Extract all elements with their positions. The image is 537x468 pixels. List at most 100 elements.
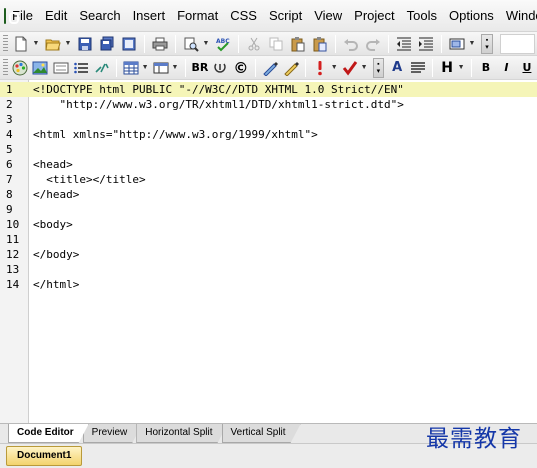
code-editor[interactable]: 1 <!DOCTYPE html PUBLIC "-//W3C//DTD XHTM… <box>0 80 537 423</box>
preview-icon[interactable] <box>181 34 201 54</box>
paste-special-icon[interactable] <box>310 34 330 54</box>
validate-dropdown-arrow[interactable]: ▼ <box>360 58 368 78</box>
code-line[interactable]: 5 <box>0 142 537 157</box>
code-line[interactable]: 6 <head> <box>0 157 537 172</box>
line-number: 8 <box>6 188 13 201</box>
code-text[interactable]: "http://www.w3.org/TR/xhtml1/DTD/xhtml1-… <box>33 97 403 112</box>
menu-edit[interactable]: Edit <box>39 0 73 31</box>
code-line[interactable]: 7 <title></title> <box>0 172 537 187</box>
outdent-icon[interactable] <box>394 34 414 54</box>
list-icon[interactable] <box>72 58 90 78</box>
undo-icon[interactable] <box>341 34 361 54</box>
line-number: 14 <box>6 278 20 291</box>
toolbar-separator <box>238 34 239 53</box>
nbsp-icon[interactable] <box>211 58 229 78</box>
toolbar-grip[interactable] <box>3 58 8 77</box>
print-icon[interactable] <box>150 34 170 54</box>
cut-icon[interactable] <box>244 34 264 54</box>
redo-icon[interactable] <box>363 34 383 54</box>
tab-code-editor[interactable]: Code Editor <box>8 424 89 443</box>
paste-icon[interactable] <box>288 34 308 54</box>
tab-preview[interactable]: Preview <box>83 424 143 443</box>
line-break-button[interactable]: BR <box>191 58 209 78</box>
frame-icon[interactable] <box>152 58 170 78</box>
toolbar-separator <box>470 58 472 77</box>
new-document-icon[interactable] <box>11 34 31 54</box>
color-palette-icon[interactable] <box>11 58 29 78</box>
toolbar-separator <box>431 58 433 77</box>
code-line[interactable]: 13 <box>0 262 537 277</box>
code-text[interactable]: </html> <box>33 277 79 292</box>
line-number: 1 <box>6 83 13 96</box>
code-line[interactable]: 2 "http://www.w3.org/TR/xhtml1/DTD/xhtml… <box>0 97 537 112</box>
code-text[interactable]: <html xmlns="http://www.w3.org/1999/xhtm… <box>33 127 318 142</box>
menu-format[interactable]: Format <box>171 0 224 31</box>
code-line[interactable]: 1 <!DOCTYPE html PUBLIC "-//W3C//DTD XHTM… <box>0 82 537 97</box>
toolbar-grip[interactable] <box>3 34 8 53</box>
code-line[interactable]: 10 <body> <box>0 217 537 232</box>
block-dropdown-arrow[interactable]: ▼ <box>468 34 476 54</box>
important-dropdown-arrow[interactable]: ▼ <box>330 58 338 78</box>
code-line[interactable]: 11 <box>0 232 537 247</box>
toolbar-overflow-chevron[interactable]: ▪ ▾ <box>481 33 493 54</box>
toolbar-search-box[interactable] <box>500 33 535 54</box>
close-document-icon[interactable] <box>119 34 139 54</box>
code-text[interactable]: <head> <box>33 157 73 172</box>
heading-button[interactable]: H <box>438 58 456 78</box>
code-text[interactable]: <body> <box>33 217 73 232</box>
bold-button[interactable]: B <box>477 58 495 78</box>
menu-window[interactable]: Windo <box>500 0 537 31</box>
image-icon[interactable] <box>31 58 49 78</box>
new-dropdown-arrow[interactable]: ▼ <box>32 34 40 54</box>
copy-icon[interactable] <box>266 34 286 54</box>
preview-dropdown-arrow[interactable]: ▼ <box>202 34 210 54</box>
code-line[interactable]: 3 <box>0 112 537 127</box>
block-icon[interactable] <box>447 34 467 54</box>
menu-tools[interactable]: Tools <box>401 0 443 31</box>
menu-options[interactable]: Options <box>443 0 500 31</box>
menu-insert[interactable]: Insert <box>127 0 172 31</box>
menu-view[interactable]: View <box>308 0 348 31</box>
standard-toolbar: ▼ ▼ ▼ ABC ▼ ▪ ▾ <box>0 32 537 56</box>
validate-icon[interactable] <box>341 58 359 78</box>
code-line[interactable]: 14 </html> <box>0 277 537 292</box>
code-text[interactable]: </body> <box>33 247 79 262</box>
menu-search[interactable]: Search <box>73 0 126 31</box>
document-tab[interactable]: Document1 <box>6 446 83 466</box>
underline-button[interactable]: U <box>518 58 536 78</box>
menu-css[interactable]: CSS <box>224 0 263 31</box>
important-icon[interactable] <box>311 58 329 78</box>
save-all-icon[interactable] <box>97 34 117 54</box>
code-line[interactable]: 12 </body> <box>0 247 537 262</box>
heading-dropdown-arrow[interactable]: ▼ <box>457 58 465 78</box>
menu-project[interactable]: Project <box>348 0 400 31</box>
code-line[interactable]: 9 <box>0 202 537 217</box>
open-dropdown-arrow[interactable]: ▼ <box>64 34 72 54</box>
code-text[interactable]: <title></title> <box>33 172 145 187</box>
code-text[interactable]: <!DOCTYPE html PUBLIC "-//W3C//DTD XHTML… <box>33 82 404 97</box>
spell-check-icon[interactable]: ABC <box>213 34 233 54</box>
code-line[interactable]: 4 <html xmlns="http://www.w3.org/1999/xht… <box>0 127 537 142</box>
font-button[interactable]: A <box>388 58 406 78</box>
indent-icon[interactable] <box>416 34 436 54</box>
form-icon[interactable] <box>52 58 70 78</box>
frame-dropdown-arrow[interactable]: ▼ <box>171 58 179 78</box>
table-icon[interactable] <box>122 58 140 78</box>
code-text[interactable]: </head> <box>33 187 79 202</box>
italic-button[interactable]: I <box>497 58 515 78</box>
copyright-button[interactable]: © <box>232 58 250 78</box>
paragraph-icon[interactable] <box>408 58 426 78</box>
save-icon[interactable] <box>75 34 95 54</box>
menu-script[interactable]: Script <box>263 0 308 31</box>
highlight-icon[interactable] <box>282 58 300 78</box>
tab-horizontal-split[interactable]: Horizontal Split <box>136 424 227 443</box>
tab-vertical-split[interactable]: Vertical Split <box>222 424 301 443</box>
toolbar-overflow-chevron[interactable]: ▪ ▾ <box>372 57 384 78</box>
table-dropdown-arrow[interactable]: ▼ <box>141 58 149 78</box>
app-logo-icon[interactable] <box>4 7 19 24</box>
line-number: 4 <box>6 128 13 141</box>
link-icon[interactable] <box>92 58 110 78</box>
open-folder-icon[interactable] <box>43 34 63 54</box>
code-line[interactable]: 8 </head> <box>0 187 537 202</box>
comment-icon[interactable] <box>261 58 279 78</box>
